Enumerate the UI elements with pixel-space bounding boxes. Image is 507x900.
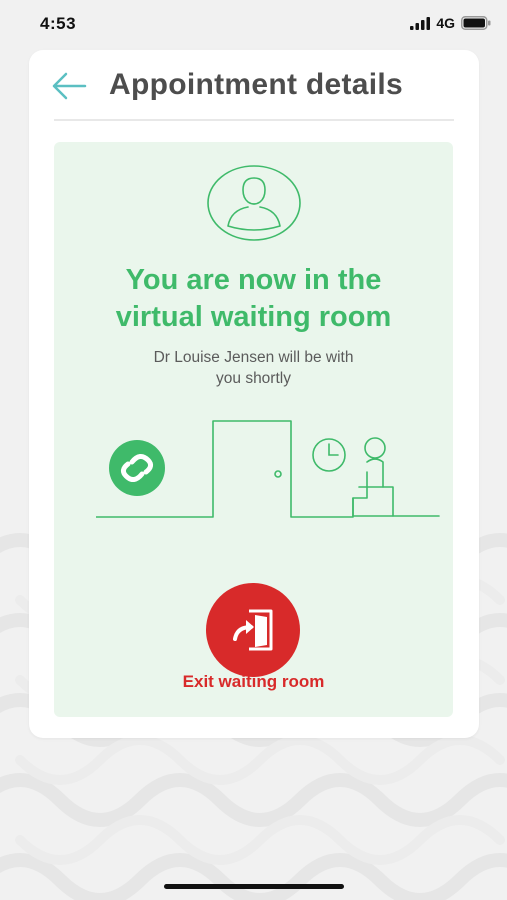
exit-waiting-room-label[interactable]: Exit waiting room xyxy=(54,672,453,692)
waiting-room-headline: You are now in the virtual waiting room xyxy=(54,262,453,336)
doctor-message-line-1: Dr Louise Jensen will be with xyxy=(153,349,354,366)
user-avatar-icon xyxy=(207,165,301,241)
header-divider xyxy=(54,119,454,121)
app-logo-icon xyxy=(109,440,165,496)
signal-bars-icon xyxy=(410,16,431,30)
exit-door-icon xyxy=(233,609,273,651)
waiting-room-panel: You are now in the virtual waiting room … xyxy=(54,142,453,717)
seated-person-icon xyxy=(352,437,440,517)
headline-line-2: virtual waiting room xyxy=(115,301,392,333)
home-indicator[interactable] xyxy=(164,884,344,889)
doctor-message: Dr Louise Jensen will be with you shortl… xyxy=(54,347,453,389)
appointment-card: Appointment details You are now in the v… xyxy=(29,50,479,738)
battery-icon xyxy=(461,16,491,30)
arrow-left-icon xyxy=(52,72,87,100)
clock-icon xyxy=(312,438,346,472)
exit-waiting-room-button[interactable] xyxy=(206,583,300,677)
back-button[interactable] xyxy=(49,70,89,102)
status-indicators: 4G xyxy=(410,15,491,31)
waiting-room-illustration xyxy=(96,420,440,518)
headline-line-1: You are now in the xyxy=(125,264,382,296)
doctor-message-line-2: you shortly xyxy=(216,370,291,387)
status-bar: 4:53 4G xyxy=(0,0,507,50)
network-type: 4G xyxy=(436,15,455,31)
header: Appointment details xyxy=(29,50,479,120)
page-title: Appointment details xyxy=(109,68,404,101)
status-time: 4:53 xyxy=(40,14,77,33)
